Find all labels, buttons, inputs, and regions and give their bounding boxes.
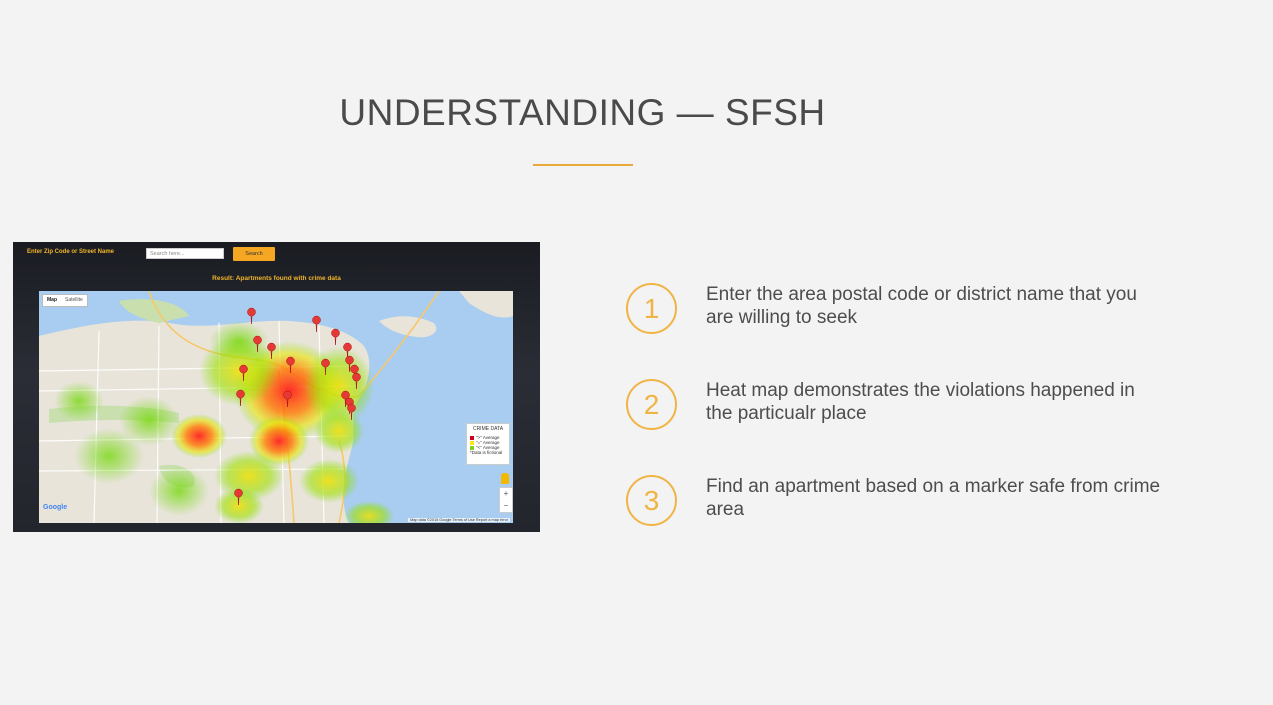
- legend-swatch-green: [470, 445, 474, 450]
- tab-satellite[interactable]: Satellite: [61, 295, 87, 306]
- zoom-control: + −: [499, 487, 513, 513]
- map-canvas: [39, 291, 513, 523]
- legend-note: *Data is fictional: [470, 450, 503, 455]
- legend-swatch-red: [470, 435, 474, 440]
- map-type-tabs: Map Satellite: [42, 294, 88, 307]
- legend-title: CRIME DATA: [472, 426, 504, 432]
- search-button[interactable]: Search: [233, 247, 275, 261]
- legend-swatch-yellow: [470, 440, 474, 445]
- zoom-in-button[interactable]: +: [500, 488, 512, 500]
- crime-data-legend: CRIME DATA ">" Average "=" Average "<" A…: [466, 423, 510, 465]
- google-logo: Google: [43, 504, 68, 511]
- app-screenshot: Enter Zip Code or Street Name Search her…: [13, 242, 540, 532]
- crime-heat-map[interactable]: Map Satellite CRIME DATA ">" Average "="…: [39, 291, 513, 523]
- step-1: 1 Enter the area postal code or district…: [626, 283, 1166, 334]
- pegman-icon[interactable]: [501, 473, 509, 484]
- search-input[interactable]: Search here...: [146, 248, 224, 259]
- step-2: 2 Heat map demonstrates the violations h…: [626, 379, 1166, 430]
- step-number-circle: 1: [626, 283, 677, 334]
- step-3: 3 Find an apartment based on a marker sa…: [626, 475, 1166, 526]
- map-attribution: Map data ©2015 Google Terms of Use Repor…: [408, 518, 510, 522]
- step-number-circle: 3: [626, 475, 677, 526]
- search-label: Enter Zip Code or Street Name: [27, 249, 115, 255]
- title-underline: [533, 164, 633, 166]
- tab-map[interactable]: Map: [43, 295, 61, 306]
- slide-title: UNDERSTANDING — SFSH: [339, 92, 826, 133]
- step-text: Enter the area postal code or district n…: [706, 284, 1137, 328]
- result-text: Result: Apartments found with crime data: [212, 275, 341, 282]
- step-text: Heat map demonstrates the violations hap…: [706, 380, 1135, 424]
- step-number-circle: 2: [626, 379, 677, 430]
- zoom-out-button[interactable]: −: [500, 500, 512, 512]
- step-text: Find an apartment based on a marker safe…: [706, 476, 1161, 520]
